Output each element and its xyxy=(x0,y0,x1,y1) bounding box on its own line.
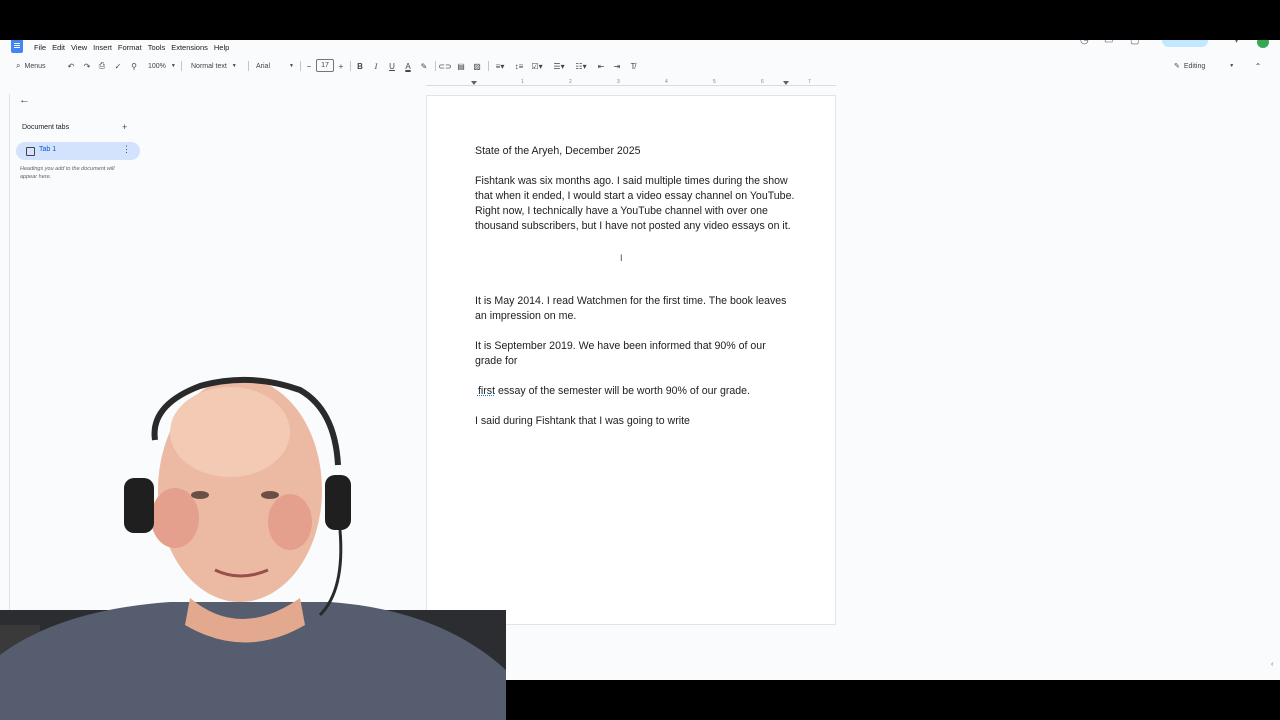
chevron-down-icon: ▼ xyxy=(170,63,176,69)
decrease-indent-icon[interactable]: ⇤ xyxy=(596,59,606,73)
spellcheck-icon[interactable]: ✓ xyxy=(113,59,123,73)
separator xyxy=(488,61,489,71)
clear-formatting-icon[interactable]: T̸ xyxy=(628,59,638,73)
menus-search-label: Menus xyxy=(24,62,46,70)
menu-view[interactable]: View xyxy=(68,42,90,53)
link-icon[interactable]: ⊂⊃ xyxy=(438,59,451,73)
ruler-number: 5 xyxy=(713,79,716,85)
font-value: Arial xyxy=(256,62,271,70)
style-value: Normal text xyxy=(191,62,227,70)
doc-title[interactable]: State of the Aryeh, December 2025 xyxy=(475,144,795,159)
checklist-icon[interactable]: ☑▾ xyxy=(530,59,544,73)
print-icon[interactable]: ⎙ xyxy=(97,59,107,73)
decrease-font-size-icon[interactable]: − xyxy=(305,59,313,73)
avatar[interactable] xyxy=(1257,40,1269,48)
italic-icon[interactable]: I xyxy=(371,59,381,73)
editing-mode-label: Editing xyxy=(1183,62,1206,70)
ruler-number: 7 xyxy=(808,79,811,85)
style-select[interactable]: Normal text ▼ xyxy=(191,59,237,73)
zoom-value: 100% xyxy=(148,62,166,70)
share-dropdown-icon[interactable]: ▾ xyxy=(1234,40,1239,46)
right-indent-marker[interactable] xyxy=(783,81,789,85)
increase-font-size-icon[interactable]: + xyxy=(337,59,345,73)
menu-bar: File Edit View Insert Format Tools Exten… xyxy=(0,40,1280,56)
underline-icon[interactable]: U xyxy=(387,59,397,73)
chevron-down-icon: ▼ xyxy=(1229,63,1235,69)
numbered-list-icon[interactable]: ☷▾ xyxy=(574,59,588,73)
paint-format-icon[interactable]: ⚲ xyxy=(129,59,139,73)
menu-help[interactable]: Help xyxy=(211,42,232,53)
font-select[interactable]: Arial ▼ xyxy=(256,59,296,73)
pencil-icon: ✎ xyxy=(1174,63,1180,70)
menus-search[interactable]: ⌕ Menus xyxy=(8,58,58,74)
font-size-input[interactable]: 17 xyxy=(316,59,334,72)
docs-logo-icon[interactable] xyxy=(11,40,23,53)
share-button[interactable] xyxy=(1162,40,1208,47)
redo-icon[interactable]: ↷ xyxy=(82,59,92,73)
chevron-left-icon[interactable]: ‹ xyxy=(1271,661,1273,668)
increase-indent-icon[interactable]: ⇥ xyxy=(612,59,622,73)
webcam-overlay xyxy=(0,370,506,720)
comments-icon[interactable]: ▭ xyxy=(1104,40,1113,46)
menu-file[interactable]: File xyxy=(31,42,49,53)
ruler-number: 2 xyxy=(569,79,572,85)
ruler-number: 3 xyxy=(617,79,620,85)
outline-hint: Headings you add to the document will ap… xyxy=(20,166,115,180)
doc-paragraph[interactable]: I said during Fishtank that I was going … xyxy=(475,414,795,429)
webcam-person xyxy=(0,376,506,720)
tab-label: Tab 1 xyxy=(39,146,57,153)
more-options-icon[interactable]: ⋮ xyxy=(122,144,131,155)
separator xyxy=(181,61,182,71)
collapse-menus-icon[interactable]: ⌃ xyxy=(1253,59,1263,73)
separator xyxy=(300,61,301,71)
editing-mode-select[interactable]: ✎ Editing ▼ xyxy=(1174,59,1234,73)
history-icon[interactable]: ◷ xyxy=(1080,40,1089,46)
tab-item-tab1[interactable]: Tab 1 ⋮ xyxy=(16,142,140,160)
chevron-down-icon: ▼ xyxy=(231,63,237,69)
horizontal-ruler[interactable]: 1 2 3 4 5 6 7 xyxy=(426,79,836,88)
back-arrow-icon[interactable]: ← xyxy=(19,94,30,106)
undo-icon[interactable]: ↶ xyxy=(66,59,76,73)
toolbar: ⌕ Menus ↶ ↷ ⎙ ✓ ⚲ 100% ▼ Normal text ▼ Ari… xyxy=(8,58,1270,75)
menu-extensions[interactable]: Extensions xyxy=(168,42,211,53)
doc-paragraph-rest: essay of the semester will be worth 90% … xyxy=(495,385,750,397)
separator xyxy=(350,61,351,71)
menu-insert[interactable]: Insert xyxy=(90,42,115,53)
menu-edit[interactable]: Edit xyxy=(49,42,68,53)
menu-items: File Edit View Insert Format Tools Exten… xyxy=(31,42,232,53)
document-icon xyxy=(26,147,35,156)
left-indent-marker[interactable] xyxy=(471,81,477,85)
ruler-number: 6 xyxy=(761,79,764,85)
document-tabs-title: Document tabs xyxy=(22,124,70,131)
text-cursor-icon: I xyxy=(620,253,623,263)
doc-paragraph[interactable]: first essay of the semester will be wort… xyxy=(475,384,795,399)
doc-paragraph[interactable]: It is May 2014. I read Watchmen for the … xyxy=(475,294,795,324)
comment-icon[interactable]: ▤ xyxy=(456,59,466,73)
separator xyxy=(435,61,436,71)
line-spacing-icon[interactable]: ↕≡ xyxy=(514,59,524,73)
bulleted-list-icon[interactable]: ☰▾ xyxy=(552,59,566,73)
text-color-icon[interactable]: A xyxy=(403,59,413,73)
ruler-number: 4 xyxy=(665,79,668,85)
menu-tools[interactable]: Tools xyxy=(145,42,169,53)
highlight-icon[interactable]: ✎ xyxy=(419,59,429,73)
meet-icon[interactable]: ▢ xyxy=(1130,40,1139,46)
ruler-number: 1 xyxy=(521,79,524,85)
search-icon: ⌕ xyxy=(16,61,21,70)
doc-paragraph[interactable]: It is September 2019. We have been infor… xyxy=(475,339,795,369)
separator xyxy=(248,61,249,71)
align-icon[interactable]: ≡▾ xyxy=(493,59,507,73)
menu-format[interactable]: Format xyxy=(115,42,145,53)
add-tab-icon[interactable]: + xyxy=(122,122,127,132)
doc-paragraph[interactable]: Fishtank was six months ago. I said mult… xyxy=(475,174,795,234)
bold-icon[interactable]: B xyxy=(355,59,365,73)
zoom-select[interactable]: 100% ▼ xyxy=(148,59,176,73)
ruler-line xyxy=(426,85,836,86)
image-icon[interactable]: ▨ xyxy=(472,59,482,73)
chevron-down-icon: ▼ xyxy=(289,63,294,69)
